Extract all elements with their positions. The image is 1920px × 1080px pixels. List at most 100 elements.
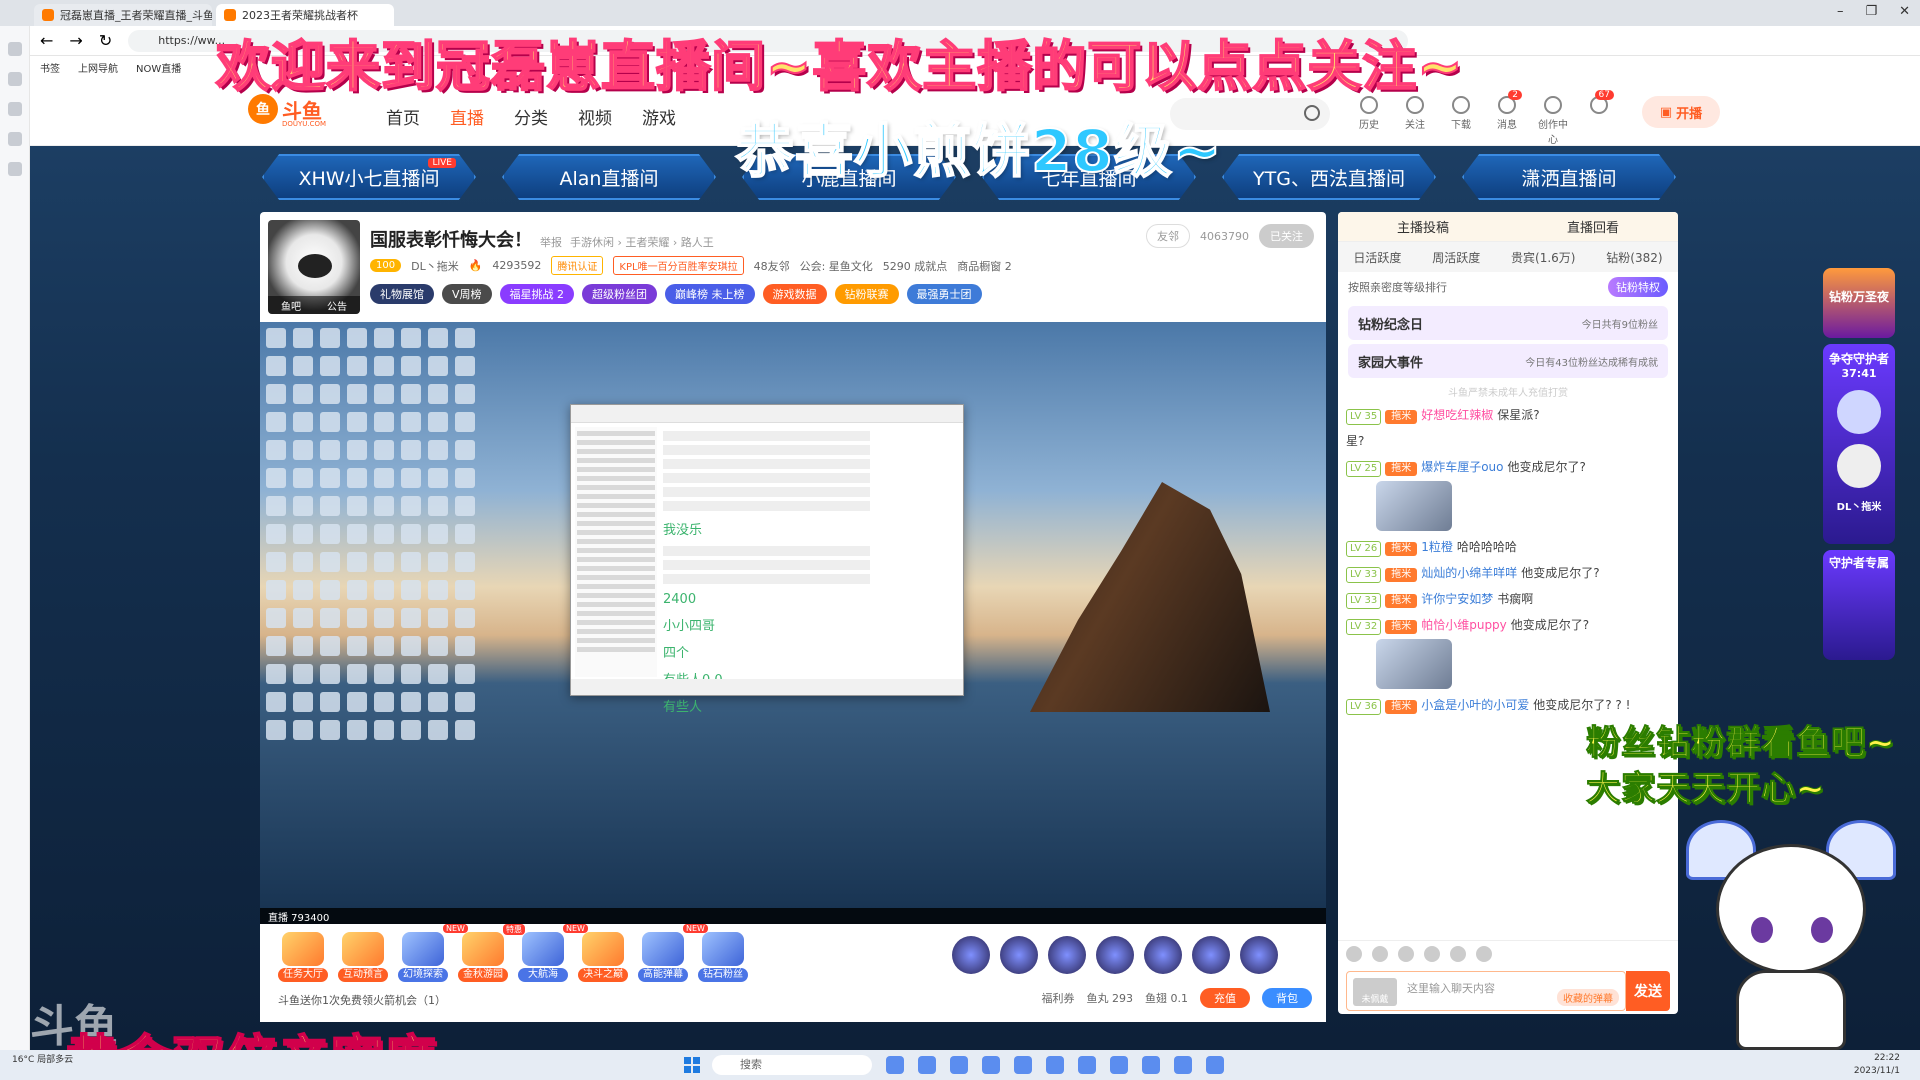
send-button[interactable]: 发送 (1626, 971, 1670, 1011)
guardian-exclusive-banner[interactable]: 守护者专属 (1823, 550, 1895, 660)
guardian-banner[interactable]: 争夺守护者 37:41 DL丶拖米 (1823, 344, 1895, 544)
video-player[interactable]: 我没乐 2400 小小四哥 四个 有些人0.0 有些人 直播 793400 (260, 322, 1326, 924)
fan-badge[interactable]: 拖米 (1385, 462, 1418, 476)
gift-entry[interactable]: NEW 大航海 (518, 924, 588, 982)
user-avatar-button[interactable]: 67 (1584, 90, 1614, 146)
chat-username[interactable]: 爆炸车厘子ouo (1421, 460, 1503, 474)
vip-privilege-button[interactable]: 钻粉特权 (1608, 277, 1668, 297)
achievement-points[interactable]: 5290 成就点 (883, 258, 948, 274)
saved-danmaku-button[interactable]: 收藏的弹幕 (1557, 989, 1619, 1006)
nav-home[interactable]: 首页 (386, 104, 420, 129)
chat-username[interactable]: 灿灿的小绵羊咩咩 (1421, 566, 1517, 580)
kpl-tag[interactable]: KPL唯一百分百胜率安琪拉 (613, 256, 744, 275)
emoji-icon[interactable] (1346, 946, 1362, 962)
badge-not-equipped[interactable]: 未佩戴 (1353, 978, 1397, 1006)
replay-link[interactable]: 直播回看 (1567, 217, 1619, 236)
bookmark-item[interactable]: NOW直播 (136, 60, 181, 75)
chat-username[interactable]: 许你宁安如梦 (1421, 592, 1493, 606)
fan-badge[interactable]: 拖米 (1385, 700, 1418, 714)
app-icon[interactable] (1206, 1056, 1224, 1074)
streamer-name[interactable]: DL丶拖米 (411, 258, 459, 274)
room-tab[interactable]: 潇洒直播间 (1462, 154, 1676, 200)
nav-live[interactable]: 直播 (450, 104, 484, 129)
room-feature-button[interactable]: 钻粉联赛 (834, 284, 899, 304)
room-feature-button[interactable]: 游戏数据 (762, 284, 827, 304)
room-tab[interactable]: YTG、西法直播间 (1222, 154, 1436, 200)
creator-center-button[interactable]: 创作中心 (1538, 96, 1568, 146)
gift-entry[interactable]: 决斗之巅 (578, 932, 628, 982)
bookmark-item[interactable]: 上网导航 (78, 60, 118, 75)
room-feature-button[interactable]: 超级粉丝团 (582, 284, 658, 304)
app-icon[interactable] (1078, 1056, 1096, 1074)
gift-icon[interactable] (1192, 936, 1230, 974)
chat-username[interactable]: 1粒橙 (1421, 540, 1453, 554)
sidebar-icon[interactable] (7, 102, 22, 116)
follow-button[interactable]: 已关注 (1259, 224, 1314, 248)
app-icon[interactable] (1014, 1056, 1032, 1074)
notice-link[interactable]: 公告 (327, 298, 347, 313)
fishbar-link[interactable]: 鱼吧 (281, 298, 301, 313)
gift-entry[interactable]: NEW 幻境探索 (398, 924, 468, 982)
streamer-avatar[interactable]: 鱼吧 公告 (268, 220, 360, 314)
gift-entry[interactable]: 钻石粉丝 (698, 932, 748, 982)
star-icon[interactable] (1398, 946, 1414, 962)
sidebar-icon[interactable] (7, 162, 22, 176)
follow-list-button[interactable]: 关注 (1400, 96, 1430, 146)
speaker-icon[interactable] (1372, 946, 1388, 962)
fan-icon[interactable] (1424, 946, 1440, 962)
sidebar-icon[interactable] (7, 42, 22, 56)
gift-icon[interactable] (1144, 936, 1182, 974)
room-feature-button[interactable]: V周榜 (442, 284, 492, 304)
app-icon[interactable] (886, 1056, 904, 1074)
nav-category[interactable]: 分类 (514, 104, 548, 129)
sidebar-icon[interactable] (7, 72, 22, 86)
minimize-icon[interactable]: – (1837, 4, 1844, 19)
gift-icon[interactable] (952, 936, 990, 974)
app-icon[interactable] (1110, 1056, 1128, 1074)
app-icon[interactable] (1142, 1056, 1160, 1074)
app-icon[interactable] (1174, 1056, 1192, 1074)
fan-badge[interactable]: 拖米 (1385, 594, 1418, 608)
forward-icon[interactable]: → (69, 31, 82, 50)
recharge-button[interactable]: 充值 (1200, 988, 1250, 1008)
tab-vip[interactable]: 贵宾(1.6万) (1511, 249, 1575, 266)
home-event-card[interactable]: 家园大事件 今日有43位粉丝达成稀有成就 (1348, 344, 1668, 378)
nav-video[interactable]: 视频 (578, 104, 612, 129)
gift-entry[interactable]: 互动预言 (338, 932, 388, 982)
gift-entry[interactable]: 任务大厅 (278, 932, 328, 982)
reload-icon[interactable]: ↻ (99, 31, 112, 50)
backpack-button[interactable]: 背包 (1262, 988, 1312, 1008)
back-icon[interactable]: ← (40, 31, 53, 50)
app-icon[interactable] (1046, 1056, 1064, 1074)
windows-start-icon[interactable] (684, 1057, 700, 1073)
guild[interactable]: 公会: 星鱼文化 (800, 258, 873, 274)
gift-entry[interactable]: NEW 高能弹幕 (638, 924, 708, 982)
gift-entry[interactable]: 特惠 金秋游园 (458, 924, 525, 982)
streamer-posts-link[interactable]: 主播投稿 (1397, 217, 1449, 236)
browser-tab-1[interactable]: 冠磊崽直播_王者荣耀直播_斗鱼直... (34, 4, 212, 26)
tab-diamond[interactable]: 钻粉(382) (1606, 249, 1662, 266)
tab-weekly[interactable]: 周活跃度 (1432, 249, 1480, 266)
fan-badge[interactable]: 拖米 (1385, 410, 1418, 424)
room-feature-button[interactable]: 最强勇士团 (906, 284, 982, 304)
gift-icon[interactable] (1096, 936, 1134, 974)
report-link[interactable]: 举报 (540, 236, 562, 249)
chat-username[interactable]: 帕恰小维puppy (1421, 618, 1507, 632)
gift-icon[interactable] (1000, 936, 1038, 974)
close-icon[interactable]: ✕ (1899, 4, 1910, 19)
sidebar-icon[interactable] (7, 132, 22, 146)
free-rocket-tip[interactable]: 斗鱼送你1次免费领火箭机会（1） (278, 992, 446, 1008)
chat-username[interactable]: 小盒是小叶的小可爱 (1421, 698, 1529, 712)
friend-button[interactable]: 友邻 (1146, 224, 1190, 248)
gift-icon[interactable] (1240, 936, 1278, 974)
breadcrumb[interactable]: 手游休闲 › 王者荣耀 › 路人王 (570, 236, 714, 249)
app-icon[interactable] (918, 1056, 936, 1074)
room-feature-button[interactable]: 巅峰榜 未上榜 (665, 284, 755, 304)
fan-badge[interactable]: 拖米 (1385, 568, 1418, 582)
taskbar-search[interactable]: 搜索 (712, 1055, 872, 1075)
shop-window[interactable]: 商品橱窗 2 (957, 258, 1012, 274)
system-clock[interactable]: 22:22 2023/11/1 (1854, 1052, 1900, 1078)
fan-badge[interactable]: 拖米 (1385, 620, 1418, 634)
card-icon[interactable] (1450, 946, 1466, 962)
chat-username[interactable]: 好想吃红辣椒 (1421, 408, 1493, 422)
